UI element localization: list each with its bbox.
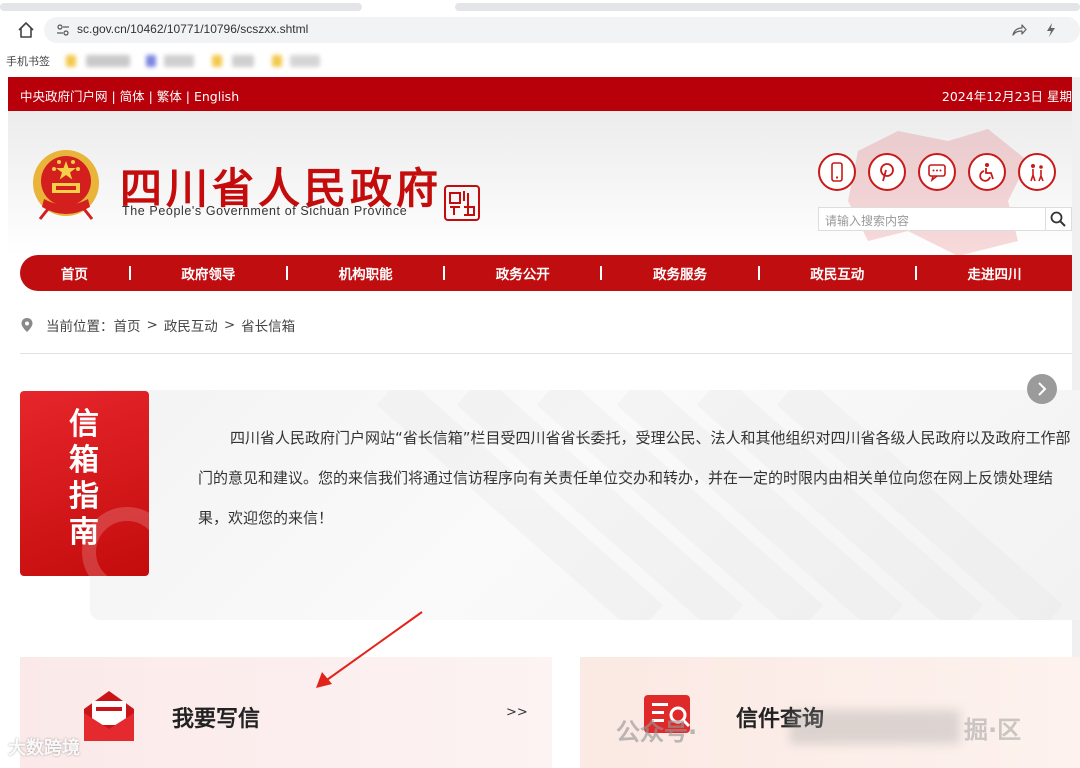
breadcrumb-home[interactable]: 首页	[114, 315, 141, 335]
browser-tab[interactable]	[0, 3, 362, 11]
site-info-icon[interactable]	[56, 23, 70, 37]
topbar-links[interactable]: 中央政府门户网 | 简体 | 繁体 | English	[20, 86, 239, 105]
mobile-icon[interactable]	[818, 153, 856, 191]
nav-home[interactable]: 首页	[20, 263, 129, 283]
bookmark-mobile[interactable]: 手机书签	[6, 53, 50, 69]
url-field[interactable]: sc.gov.cn/10462/10771/10796/scszxx.shtml	[44, 17, 1080, 43]
browser-address-bar: sc.gov.cn/10462/10771/10796/scszxx.shtml	[0, 14, 1080, 46]
write-letter-card[interactable]: 我要写信 >>	[20, 657, 552, 768]
weibo-icon[interactable]	[868, 153, 906, 191]
bookmark-blurred[interactable]	[272, 55, 282, 67]
bookmark-blurred[interactable]	[146, 55, 156, 67]
browser-tab-strip	[0, 0, 1080, 14]
breadcrumb: 当前位置： 首页 > 政民互动 > 省长信箱	[20, 314, 295, 336]
mailbox-guide-badge-text: 信箱指南	[69, 407, 99, 550]
watermark-left: 大数跨境	[8, 738, 80, 759]
nav-government-services[interactable]: 政务服务	[602, 263, 757, 283]
search-input[interactable]: 请输入搜索内容	[818, 207, 1046, 231]
mailbox-guide-badge: 信箱指南	[20, 391, 149, 576]
watermark-blurred-text	[790, 710, 960, 744]
next-button[interactable]	[1027, 374, 1057, 404]
url-text: sc.gov.cn/10462/10771/10796/scszxx.shtml	[77, 22, 309, 36]
site-header: 四川省人民政府 The People's Government of Sichu…	[8, 111, 1072, 255]
search-icon	[1050, 211, 1066, 227]
nav-about-sichuan[interactable]: 走进四川	[917, 263, 1072, 283]
accessibility-icon[interactable]	[968, 153, 1006, 191]
breadcrumb-governor-mailbox[interactable]: 省长信箱	[241, 315, 295, 335]
topbar-date: 2024年12月23日 星期	[941, 89, 1072, 104]
seal-logo-icon	[444, 185, 480, 221]
bookmark-blurred[interactable]	[212, 55, 222, 67]
site-subtitle: The People's Government of Sichuan Provi…	[122, 204, 408, 218]
extension-icon[interactable]	[1042, 21, 1060, 39]
share-icon[interactable]	[1010, 21, 1028, 39]
envelope-icon	[84, 691, 134, 741]
main-nav: 首页 政府领导 机构职能 政务公开 政务服务 政民互动 走进四川	[20, 255, 1072, 291]
mailbox-guide-text: 四川省人民政府门户网站“省长信箱”栏目受四川省省长委托，受理公民、法人和其他组织…	[198, 429, 1071, 527]
write-letter-more[interactable]: >>	[506, 705, 528, 720]
chevron-right-icon	[1038, 382, 1047, 396]
divider	[20, 353, 1072, 354]
location-pin-icon	[21, 318, 33, 332]
browser-tab[interactable]	[455, 3, 1080, 11]
search-button[interactable]	[1046, 207, 1072, 231]
watermark-right: 公众号·	[616, 718, 698, 746]
breadcrumb-separator: >	[146, 317, 158, 333]
nav-interaction[interactable]: 政民互动	[760, 263, 915, 283]
breadcrumb-separator: >	[223, 317, 236, 333]
bookmark-blurred[interactable]	[164, 55, 194, 67]
bookmark-blurred[interactable]	[66, 55, 76, 67]
write-letter-title: 我要写信	[172, 707, 261, 732]
home-icon[interactable]	[16, 20, 36, 40]
bookmark-blurred[interactable]	[290, 55, 320, 67]
bookmark-blurred[interactable]	[86, 55, 130, 67]
nav-government-leaders[interactable]: 政府领导	[131, 263, 286, 283]
watermark-tail: 掘·区	[964, 716, 1022, 744]
bookmark-blurred[interactable]	[232, 55, 254, 67]
site-top-bar: 中央政府门户网 | 简体 | 繁体 | English 2024年12月23日 …	[8, 77, 1072, 111]
nav-government-affairs[interactable]: 政务公开	[445, 263, 600, 283]
breadcrumb-interaction[interactable]: 政民互动	[164, 315, 218, 335]
elderly-care-icon[interactable]	[1018, 153, 1056, 191]
breadcrumb-prefix: 当前位置：	[46, 319, 114, 335]
national-emblem-icon	[33, 150, 99, 220]
bookmarks-bar: 手机书签	[0, 46, 1080, 74]
wechat-icon[interactable]	[918, 153, 956, 191]
annotation-arrow-icon	[316, 611, 423, 688]
nav-institutions[interactable]: 机构职能	[288, 263, 443, 283]
